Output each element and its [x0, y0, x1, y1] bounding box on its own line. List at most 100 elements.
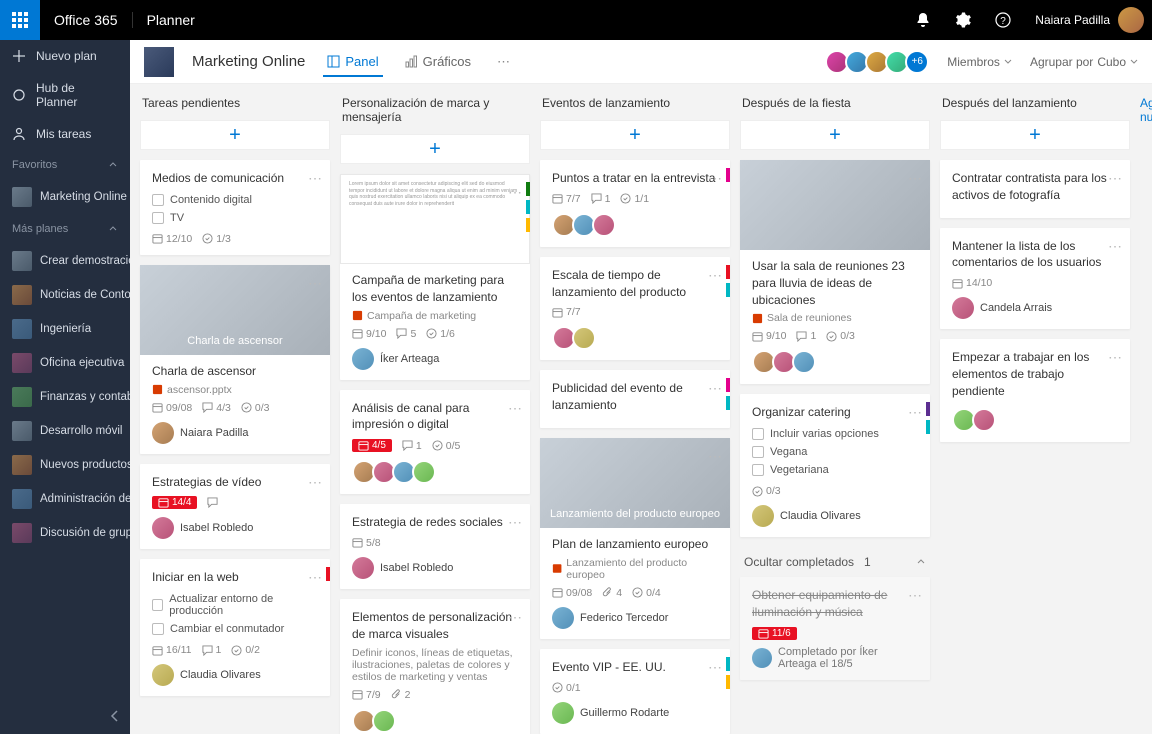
- assignee[interactable]: Isabel Robledo: [152, 517, 318, 539]
- help-button[interactable]: ?: [983, 0, 1023, 40]
- checklist-item[interactable]: Contenido digital: [152, 191, 318, 209]
- members-overflow[interactable]: +6: [905, 50, 929, 74]
- new-plan-button[interactable]: Nuevo plan: [0, 40, 130, 72]
- more-plans-section-toggle[interactable]: Más planes: [0, 214, 130, 244]
- favorites-section-toggle[interactable]: Favoritos: [0, 150, 130, 180]
- plan-link[interactable]: Discusión de grupo: [0, 516, 130, 550]
- plan-link[interactable]: Nuevos productos: [0, 448, 130, 482]
- task-card[interactable]: Organizar cateringIncluir varias opcione…: [740, 394, 930, 537]
- bucket-title[interactable]: Tareas pendientes: [140, 96, 330, 120]
- card-menu-button[interactable]: ⋯: [308, 474, 322, 491]
- task-card[interactable]: Usar la sala de reuniones 23 para lluvia…: [740, 160, 930, 384]
- completed-toggle[interactable]: Ocultar completados 1: [740, 547, 930, 577]
- card-menu-button[interactable]: ⋯: [508, 400, 522, 417]
- assignee-pile[interactable]: [352, 709, 518, 733]
- task-card[interactable]: Contratar contratista para los activos d…: [940, 160, 1130, 218]
- card-menu-button[interactable]: ⋯: [708, 267, 722, 284]
- group-by-dropdown[interactable]: Agrupar por Cubo: [1030, 55, 1138, 69]
- my-tasks-link[interactable]: Mis tareas: [0, 118, 130, 150]
- card-menu-button[interactable]: ⋯: [708, 170, 722, 187]
- checklist-item[interactable]: Actualizar entorno de producción: [152, 590, 318, 620]
- plan-link[interactable]: Finanzas y contabilidad: [0, 380, 130, 414]
- card-menu-button[interactable]: ⋯: [308, 569, 322, 586]
- tab-board[interactable]: Panel: [323, 48, 382, 77]
- assignee[interactable]: Íker Arteaga: [352, 348, 518, 370]
- task-card[interactable]: Charla de ascensorCharla de ascensor asc…: [140, 265, 330, 454]
- plan-link[interactable]: Administración de pro...: [0, 482, 130, 516]
- card-menu-button[interactable]: ⋯: [1108, 170, 1122, 187]
- add-task-button[interactable]: +: [740, 120, 930, 150]
- bucket-title[interactable]: Eventos de lanzamiento: [540, 96, 730, 120]
- plan-link-favorite[interactable]: Marketing Online: [0, 180, 130, 214]
- task-card[interactable]: Escala de tiempo de lanzamiento del prod…: [540, 257, 730, 361]
- task-card[interactable]: Análisis de canal para impresión o digit…: [340, 390, 530, 495]
- plan-link[interactable]: Noticias de Contoso: [0, 278, 130, 312]
- card-menu-button[interactable]: ⋯: [908, 170, 922, 187]
- task-card[interactable]: Lorem ipsum dolor sit amet consectetur a…: [340, 174, 530, 380]
- checklist-item[interactable]: Vegana: [752, 443, 918, 461]
- bucket-title[interactable]: Después de la fiesta: [740, 96, 930, 120]
- checkbox[interactable]: [752, 464, 764, 476]
- planner-hub-link[interactable]: Hub de Planner: [0, 72, 130, 118]
- assignee[interactable]: Claudia Olivares: [152, 664, 318, 686]
- card-menu-button[interactable]: ⋯: [308, 170, 322, 187]
- add-task-button[interactable]: +: [540, 120, 730, 150]
- card-menu-button[interactable]: ⋯: [508, 609, 522, 626]
- checklist-item[interactable]: Cambiar el conmutador: [152, 620, 318, 638]
- plan-link[interactable]: Ingeniería: [0, 312, 130, 346]
- add-bucket-button[interactable]: Agregar nue: [1140, 84, 1152, 136]
- assignee-pile[interactable]: [552, 213, 718, 237]
- assignee[interactable]: Claudia Olivares: [752, 505, 918, 527]
- task-card[interactable]: Estrategia de redes sociales 5/8Isabel R…: [340, 504, 530, 589]
- card-menu-button[interactable]: ⋯: [1108, 238, 1122, 255]
- checklist-item[interactable]: Vegetariana: [752, 461, 918, 479]
- card-menu-button[interactable]: ⋯: [708, 659, 722, 676]
- card-menu-button[interactable]: ⋯: [508, 184, 522, 201]
- bucket-title[interactable]: Después del lanzamiento: [940, 96, 1130, 120]
- plan-link[interactable]: Oficina ejecutiva: [0, 346, 130, 380]
- assignee[interactable]: Candela Arrais: [952, 297, 1118, 319]
- checkbox[interactable]: [152, 599, 163, 611]
- card-menu-button[interactable]: ⋯: [508, 514, 522, 531]
- user-menu[interactable]: Naiara Padilla: [1023, 7, 1152, 33]
- task-card[interactable]: Estrategias de vídeo 14/4Isabel Robledo⋯: [140, 464, 330, 550]
- notifications-button[interactable]: [903, 0, 943, 40]
- card-menu-button[interactable]: ⋯: [908, 587, 922, 604]
- task-card-completed[interactable]: Obtener equipamiento de iluminación y mú…: [740, 577, 930, 680]
- checkbox[interactable]: [152, 623, 164, 635]
- task-card[interactable]: Empezar a trabajar en los elementos de t…: [940, 339, 1130, 441]
- settings-button[interactable]: [943, 0, 983, 40]
- assignee[interactable]: Federico Tercedor: [552, 607, 718, 629]
- checkbox[interactable]: [152, 212, 164, 224]
- plan-link[interactable]: Crear demostración: [0, 244, 130, 278]
- assignee-pile[interactable]: [352, 460, 518, 484]
- task-card[interactable]: Elementos de personalización de marca vi…: [340, 599, 530, 734]
- card-menu-button[interactable]: ⋯: [308, 275, 322, 292]
- add-task-button[interactable]: +: [340, 134, 530, 164]
- task-card[interactable]: Publicidad del evento de lanzamiento⋯: [540, 370, 730, 428]
- checkbox[interactable]: [752, 446, 764, 458]
- task-card[interactable]: Evento VIP - EE. UU. 0/1Guillermo Rodart…: [540, 649, 730, 734]
- bucket-title[interactable]: Personalización de marca y mensajería: [340, 96, 530, 134]
- checklist-item[interactable]: TV: [152, 209, 318, 227]
- task-card[interactable]: Mantener la lista de los comentarios de …: [940, 228, 1130, 330]
- tab-charts[interactable]: Gráficos: [401, 48, 475, 75]
- plan-link[interactable]: Desarrollo móvil: [0, 414, 130, 448]
- add-task-button[interactable]: +: [140, 120, 330, 150]
- checklist-item[interactable]: Incluir varias opciones: [752, 425, 918, 443]
- card-menu-button[interactable]: ⋯: [708, 380, 722, 397]
- task-card[interactable]: Puntos a tratar en la entrevista 7/7 1 1…: [540, 160, 730, 247]
- more-menu[interactable]: ⋯: [493, 48, 514, 76]
- member-pile[interactable]: +6: [829, 50, 929, 74]
- assignee[interactable]: Isabel Robledo: [352, 557, 518, 579]
- checkbox[interactable]: [152, 194, 164, 206]
- card-menu-button[interactable]: ⋯: [1108, 349, 1122, 366]
- members-dropdown[interactable]: Miembros: [947, 55, 1012, 69]
- checkbox[interactable]: [752, 428, 764, 440]
- add-task-button[interactable]: +: [940, 120, 1130, 150]
- collapse-nav-button[interactable]: [108, 709, 122, 726]
- task-card[interactable]: Medios de comunicaciónContenido digitalT…: [140, 160, 330, 255]
- assignee[interactable]: Guillermo Rodarte: [552, 702, 718, 724]
- assignee-pile[interactable]: [552, 326, 718, 350]
- app-launcher-button[interactable]: [0, 0, 40, 40]
